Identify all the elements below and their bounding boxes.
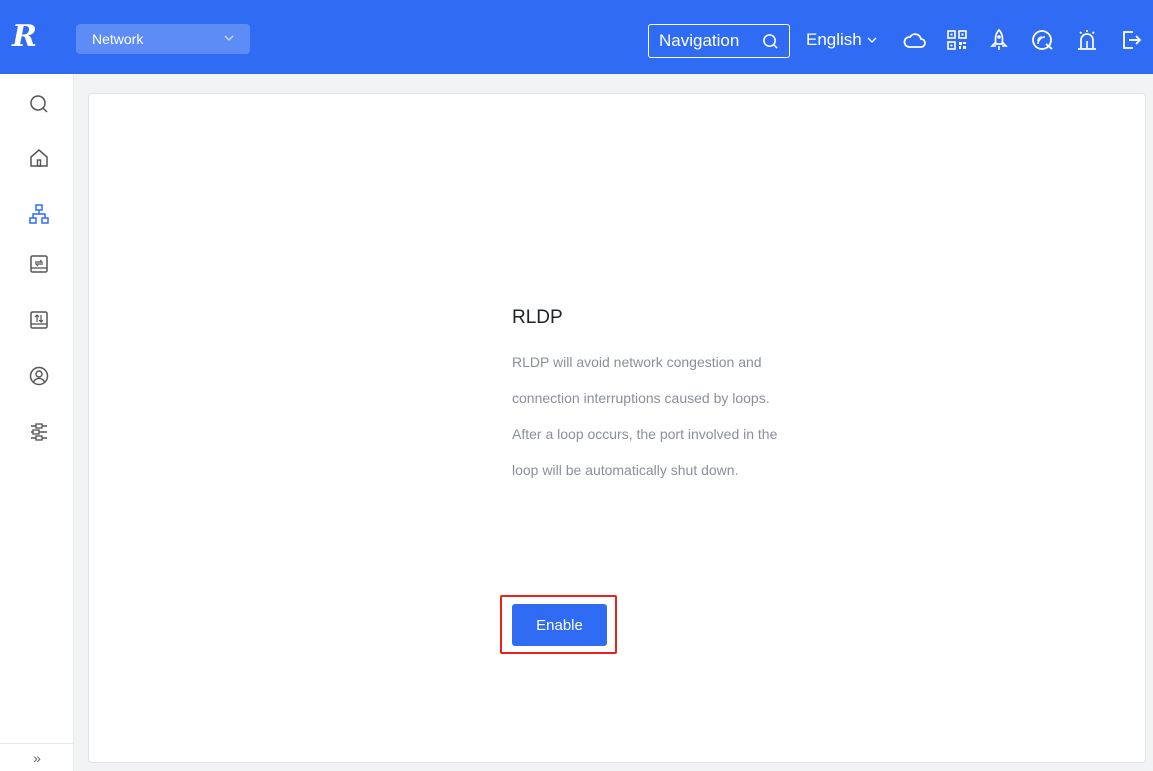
gateway-icon[interactable] (28, 309, 50, 331)
feature-card: RLDP RLDP will avoid network congestion … (512, 304, 792, 488)
search-icon (763, 34, 778, 49)
switch-icon[interactable] (28, 253, 50, 275)
double-chevron-right-icon: » (33, 749, 41, 766)
sidebar-expand-button[interactable]: » (0, 743, 74, 771)
logout-icon[interactable] (1119, 28, 1143, 52)
feature-description: RLDP will avoid network congestion and c… (512, 354, 778, 478)
cloud-icon[interactable] (903, 28, 927, 52)
top-bar: R Network Navigation English (0, 0, 1153, 74)
feature-title: RLDP (512, 307, 563, 328)
settings-sliders-icon[interactable] (28, 421, 50, 443)
user-icon[interactable] (28, 365, 50, 387)
language-label: English (806, 30, 862, 49)
search-icon[interactable] (28, 93, 50, 115)
navigation-search-button[interactable]: Navigation (648, 24, 790, 58)
brand-logo[interactable]: R (12, 22, 52, 52)
language-select[interactable]: English (806, 26, 878, 54)
chevron-down-icon (867, 37, 877, 43)
navigation-label: Navigation (659, 31, 740, 50)
alarm-icon[interactable] (1075, 28, 1099, 52)
network-select[interactable]: Network (76, 24, 250, 54)
rocket-icon[interactable] (987, 28, 1011, 52)
enable-button[interactable]: Enable (512, 604, 607, 646)
wifi-scan-icon[interactable] (1031, 28, 1055, 52)
network-select-label: Network (92, 31, 144, 47)
chevron-down-icon (224, 35, 234, 41)
main-panel: RLDP RLDP will avoid network congestion … (88, 93, 1146, 763)
topology-icon[interactable] (28, 203, 50, 225)
enable-button-highlight: Enable (500, 595, 617, 654)
qr-code-icon[interactable] (945, 28, 969, 52)
home-icon[interactable] (28, 147, 50, 169)
sidebar: » (0, 74, 74, 771)
